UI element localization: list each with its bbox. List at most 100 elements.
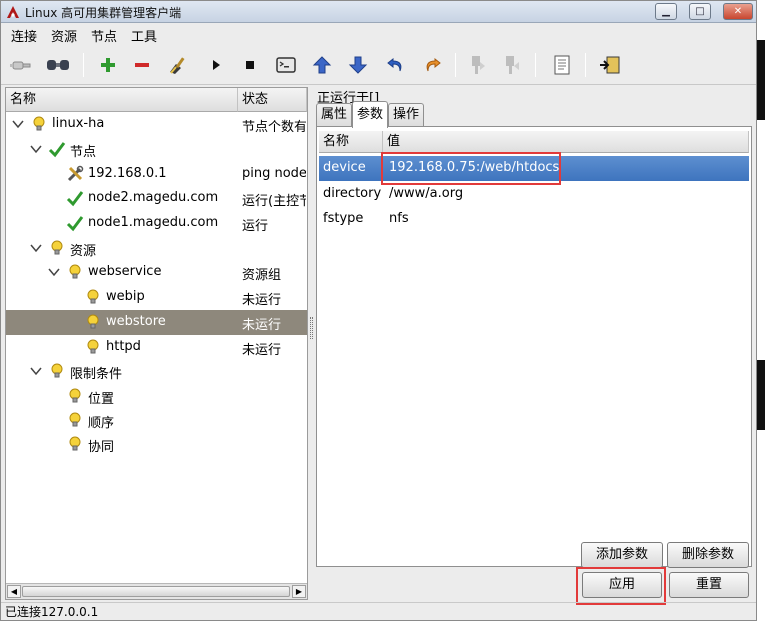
menu-connect[interactable]: 连接 bbox=[11, 26, 37, 45]
tab-operations[interactable]: 操作 bbox=[388, 103, 424, 127]
check-icon bbox=[66, 214, 84, 232]
close-button[interactable]: ✕ bbox=[723, 3, 753, 20]
tree-row[interactable]: 位置 bbox=[6, 384, 307, 409]
undo-icon[interactable] bbox=[383, 53, 409, 77]
parameters-panel: 名称 值 device 192.168.0.75:/web/htdocs direc… bbox=[316, 126, 752, 567]
tree-row-status: 资源组 bbox=[242, 268, 282, 283]
unmigrate-icon[interactable] bbox=[499, 53, 525, 77]
background-strip bbox=[757, 0, 765, 621]
move-down-icon[interactable] bbox=[345, 53, 371, 77]
tree-row[interactable]: node1.magedu.com 运行 bbox=[6, 211, 307, 236]
tree-row-status: 运行 bbox=[242, 219, 269, 234]
tree-row-label: 位置 bbox=[88, 392, 115, 407]
bulb-icon bbox=[84, 288, 102, 306]
move-up-icon[interactable] bbox=[309, 53, 335, 77]
add-parameter-button[interactable]: 添加参数 bbox=[581, 542, 663, 568]
connect-icon[interactable] bbox=[9, 53, 35, 77]
tree-row[interactable]: 顺序 bbox=[6, 408, 307, 433]
maximize-button[interactable]: □ bbox=[689, 3, 711, 20]
apply-button[interactable]: 应用 bbox=[582, 572, 662, 598]
bulb-icon bbox=[48, 362, 66, 380]
start-icon[interactable] bbox=[203, 53, 229, 77]
menu-bar: 连接 资源 节点 工具 bbox=[1, 23, 756, 45]
tree-row[interactable]: 192.168.0.1 ping node bbox=[6, 162, 307, 187]
tree-row-status: 未运行 bbox=[242, 318, 282, 333]
cleanup-icon[interactable] bbox=[165, 53, 191, 77]
tree-row-label: linux-ha bbox=[52, 116, 105, 131]
tree-header-status[interactable]: 状态 bbox=[238, 88, 307, 112]
tree-row-label: 资源 bbox=[70, 244, 97, 259]
status-bar: 已连接127.0.0.1 bbox=[1, 602, 756, 620]
menu-nodes[interactable]: 节点 bbox=[91, 26, 117, 45]
tree-row[interactable]: webstore 未运行 bbox=[6, 310, 307, 335]
bulb-icon bbox=[66, 435, 84, 453]
minimize-button[interactable]: ▁ bbox=[655, 3, 677, 20]
tree-row[interactable]: webservice 资源组 bbox=[6, 260, 307, 285]
param-value[interactable]: /www/a.org bbox=[389, 186, 463, 201]
tab-parameters[interactable]: 参数 bbox=[352, 101, 388, 128]
scroll-left-arrow-icon[interactable]: ◀ bbox=[7, 585, 21, 598]
tree-row-status: 节点个数有 bbox=[242, 120, 306, 135]
param-name: directory bbox=[323, 186, 382, 201]
tree-row-label: webstore bbox=[106, 314, 166, 329]
tree-row-label: 限制条件 bbox=[70, 367, 123, 382]
tree-row-label: 顺序 bbox=[88, 416, 115, 431]
scroll-thumb[interactable] bbox=[22, 586, 290, 597]
expand-arrow-icon[interactable] bbox=[30, 365, 42, 377]
param-header-value[interactable]: 值 bbox=[383, 131, 749, 153]
tree-row-label: node2.magedu.com bbox=[88, 190, 219, 205]
reset-button[interactable]: 重置 bbox=[669, 572, 749, 598]
expand-arrow-icon[interactable] bbox=[30, 242, 42, 254]
tools-icon bbox=[66, 165, 84, 183]
tree-row-status: 未运行 bbox=[242, 293, 282, 308]
title-bar: Linux 高可用集群管理客户端 ▁ □ ✕ bbox=[1, 1, 756, 23]
bulb-icon bbox=[66, 411, 84, 429]
add-icon[interactable] bbox=[95, 53, 121, 77]
redo-icon[interactable] bbox=[419, 53, 445, 77]
scroll-right-arrow-icon[interactable]: ▶ bbox=[292, 585, 306, 598]
expand-arrow-icon[interactable] bbox=[12, 118, 24, 130]
migrate-icon[interactable] bbox=[465, 53, 491, 77]
param-row[interactable]: directory/www/a.org bbox=[319, 182, 749, 207]
tree-row-status: ping node bbox=[242, 166, 306, 181]
cluster-tree: 名称 状态 linux-ha 节点个数有节点 192.168.0.1 ping nod… bbox=[5, 87, 308, 600]
param-row[interactable]: device 192.168.0.75:/web/htdocs bbox=[319, 156, 749, 181]
menu-tools[interactable]: 工具 bbox=[131, 26, 157, 45]
view-xml-icon[interactable] bbox=[549, 53, 575, 77]
disconnect-icon[interactable] bbox=[45, 53, 71, 77]
tree-horizontal-scrollbar[interactable]: ◀ ▶ bbox=[6, 583, 307, 599]
tree-row-label: webip bbox=[106, 289, 145, 304]
pane-splitter[interactable] bbox=[308, 87, 315, 600]
tree-row[interactable]: 限制条件 bbox=[6, 359, 307, 384]
param-row[interactable]: fstype nfs bbox=[319, 207, 749, 232]
stop-icon[interactable] bbox=[237, 53, 263, 77]
tab-attributes[interactable]: 属性 bbox=[316, 103, 352, 127]
expand-arrow-icon[interactable] bbox=[48, 266, 60, 278]
exit-icon[interactable] bbox=[597, 53, 623, 77]
terminal-icon[interactable] bbox=[273, 53, 299, 77]
main-window: Linux 高可用集群管理客户端 ▁ □ ✕ 连接 资源 节点 工具 名称 状态… bbox=[0, 0, 757, 621]
tree-row-label: 协同 bbox=[88, 440, 115, 455]
expand-arrow-icon[interactable] bbox=[30, 143, 42, 155]
param-header-name[interactable]: 名称 bbox=[319, 131, 383, 153]
param-value[interactable]: 192.168.0.75:/web/htdocs bbox=[389, 160, 559, 175]
remove-icon[interactable] bbox=[129, 53, 155, 77]
param-name: fstype bbox=[323, 211, 364, 226]
delete-parameter-button[interactable]: 删除参数 bbox=[667, 542, 749, 568]
tree-row-label: 192.168.0.1 bbox=[88, 166, 167, 181]
tree-row[interactable]: webip 未运行 bbox=[6, 285, 307, 310]
tree-row[interactable]: 资源 bbox=[6, 236, 307, 261]
tree-row-label: webservice bbox=[88, 264, 162, 279]
param-value[interactable]: nfs bbox=[389, 211, 409, 226]
tree-row-label: node1.magedu.com bbox=[88, 215, 219, 230]
menu-resources[interactable]: 资源 bbox=[51, 26, 77, 45]
check-icon bbox=[48, 140, 66, 158]
tree-row[interactable]: linux-ha 节点个数有 bbox=[6, 112, 307, 137]
tree-row[interactable]: node2.magedu.com 运行(主控节点) bbox=[6, 186, 307, 211]
tree-row[interactable]: httpd 未运行 bbox=[6, 335, 307, 360]
tree-row[interactable]: 协同 bbox=[6, 432, 307, 457]
bulb-icon bbox=[84, 338, 102, 356]
tree-row[interactable]: 节点 bbox=[6, 137, 307, 162]
toolbar bbox=[1, 45, 756, 85]
tree-header-name[interactable]: 名称 bbox=[6, 88, 238, 112]
